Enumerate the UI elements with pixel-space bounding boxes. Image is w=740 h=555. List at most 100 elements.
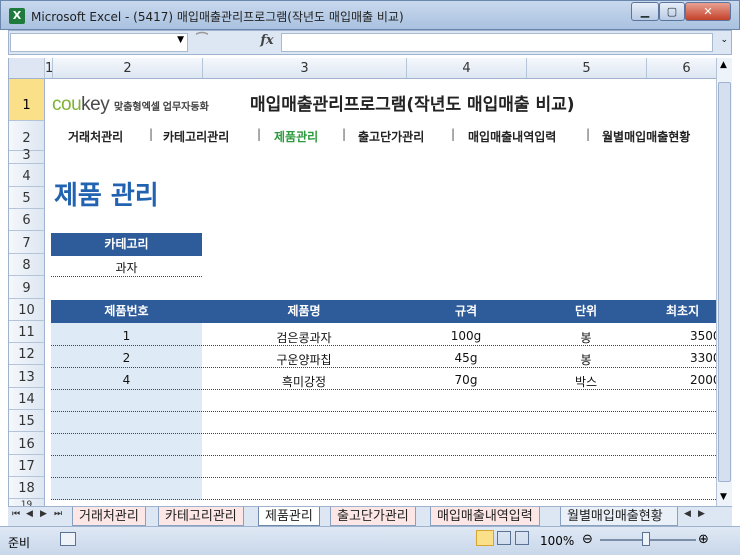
row-header[interactable]: 6	[9, 209, 45, 231]
sheet-tab-vendors[interactable]: 거래처관리	[72, 507, 146, 526]
nav-link-transaction-entry[interactable]: 매입매출내역입력	[468, 128, 556, 145]
cell-product-name[interactable]: 구운양파칩	[202, 351, 406, 368]
row-header[interactable]: 9	[9, 276, 45, 299]
row-header[interactable]: 14	[9, 388, 45, 410]
row-header[interactable]: 15	[9, 410, 45, 432]
row-header[interactable]: 10	[9, 299, 45, 321]
row-divider	[51, 499, 716, 500]
col-product-name: 제품명	[287, 304, 321, 318]
sheet-tab-products[interactable]: 제품관리	[258, 507, 320, 526]
cell-product-name[interactable]: 흑미강정	[202, 373, 406, 390]
first-sheet-icon[interactable]: ⏮	[12, 509, 20, 519]
coukey-logo: coukey 맞춤형엑셀 업무자동화	[52, 94, 209, 115]
nav-link-shipping-price[interactable]: 출고단가관리	[358, 128, 424, 145]
macro-record-icon[interactable]	[60, 532, 76, 546]
column-header[interactable]: 1	[45, 58, 53, 79]
row-header[interactable]: 1	[9, 79, 45, 121]
column-header[interactable]: 2	[53, 58, 203, 79]
close-button[interactable]: ✕	[685, 2, 731, 21]
nav-link-categories[interactable]: 카테고리관리	[163, 128, 229, 145]
next-sheet-icon[interactable]: ▶	[40, 509, 47, 519]
nav-separator: |	[342, 127, 347, 141]
last-sheet-icon[interactable]: ⏭	[54, 509, 62, 519]
page-break-view-icon[interactable]	[515, 531, 529, 545]
row-header[interactable]: 5	[9, 187, 45, 209]
scroll-thumb[interactable]	[718, 82, 731, 482]
window-titlebar: X Microsoft Excel - (5417) 매입매출관리프로그램(작년…	[0, 0, 740, 30]
row-divider	[51, 455, 716, 456]
formula-input[interactable]	[281, 33, 713, 52]
page-layout-view-icon[interactable]	[497, 531, 511, 545]
cell-product-no[interactable]: 2	[51, 351, 202, 365]
cell-spec[interactable]: 100g	[406, 329, 526, 343]
excel-icon: X	[9, 8, 25, 24]
select-all-corner[interactable]	[9, 58, 45, 79]
status-bar: 준비 100% ⊖ ⊕	[0, 526, 740, 555]
col-spec: 규격	[454, 304, 478, 318]
column-header[interactable]: 3	[203, 58, 407, 79]
cell-product-name[interactable]: 검은콩과자	[202, 329, 406, 346]
expand-formula-icon[interactable]: ⌄	[720, 35, 728, 45]
cell-unit[interactable]: 봉	[526, 351, 646, 368]
row-header[interactable]: 4	[9, 164, 45, 187]
tab-scroll-left-icon[interactable]: ◀	[684, 509, 691, 519]
nav-separator: |	[149, 127, 154, 141]
cell-spec[interactable]: 45g	[406, 351, 526, 365]
sheet-tab-monthly-status[interactable]: 월별매입매출현황	[560, 507, 678, 526]
normal-view-icon[interactable]	[476, 530, 494, 546]
row-header[interactable]: 7	[9, 231, 45, 254]
row-header[interactable]: 12	[9, 343, 45, 365]
sheet-tab-shipping-price[interactable]: 출고단가관리	[330, 507, 416, 526]
zoom-in-icon[interactable]: ⊕	[698, 532, 709, 547]
app-title: 매입매출관리프로그램(작년도 매입매출 비교)	[250, 95, 575, 115]
column-header[interactable]: 6	[647, 58, 727, 79]
row-header[interactable]: 11	[9, 321, 45, 343]
sheet-tab-bar: ⏮ ◀ ▶ ⏭ 거래처관리 카테고리관리 제품관리 출고단가관리 매입매출내역입…	[8, 506, 732, 526]
vertical-scrollbar[interactable]: ▲ ▼	[716, 58, 732, 506]
col-initial-price: 최초지	[666, 304, 700, 318]
window-title: Microsoft Excel - (5417) 매입매출관리프로그램(작년도 …	[31, 10, 404, 24]
row-header[interactable]: 3	[9, 149, 45, 164]
zoom-slider-thumb[interactable]	[642, 532, 650, 546]
row-header[interactable]: 19	[9, 499, 45, 506]
nav-separator: |	[451, 127, 456, 141]
row-header[interactable]: 16	[9, 432, 45, 455]
row-header[interactable]: 18	[9, 477, 45, 499]
cell-product-no[interactable]: 1	[51, 329, 202, 343]
cell-unit[interactable]: 박스	[526, 373, 646, 390]
name-box-dropdown-icon[interactable]: ▼	[177, 35, 184, 45]
row-header[interactable]: 13	[9, 365, 45, 388]
category-value[interactable]: 과자	[51, 259, 202, 276]
row-header[interactable]: 17	[9, 455, 45, 477]
sheet-tab-categories[interactable]: 카테고리관리	[158, 507, 244, 526]
tab-scroll-right-icon[interactable]: ▶	[698, 509, 705, 519]
formula-bar: ▼ ⁀ fx ⌄	[8, 30, 732, 55]
nav-link-monthly-status[interactable]: 월별매입매출현황	[602, 128, 690, 145]
column-header[interactable]: 4	[407, 58, 527, 79]
row-header[interactable]: 8	[9, 254, 45, 276]
col-product-no: 제품번호	[104, 304, 149, 318]
minimize-button[interactable]: ▁	[631, 2, 659, 21]
row-header[interactable]: 2	[9, 121, 45, 151]
prev-sheet-icon[interactable]: ◀	[26, 509, 33, 519]
zoom-level[interactable]: 100%	[540, 534, 574, 548]
row-divider	[51, 477, 716, 478]
nav-separator: |	[586, 127, 591, 141]
zoom-out-icon[interactable]: ⊖	[582, 532, 593, 547]
column-header[interactable]: 5	[527, 58, 647, 79]
nav-link-products[interactable]: 제품관리	[274, 128, 318, 145]
cell-unit[interactable]: 봉	[526, 329, 646, 346]
cell-product-no[interactable]: 4	[51, 373, 202, 387]
insert-function-button[interactable]: fx	[255, 33, 279, 52]
page-title: 제품 관리	[54, 181, 159, 211]
sheet-tab-transaction-entry[interactable]: 매입매출내역입력	[430, 507, 540, 526]
nav-link-vendors[interactable]: 거래처관리	[68, 128, 123, 145]
category-underline	[51, 276, 202, 277]
col-unit: 단위	[574, 304, 598, 318]
formula-bar-handle-icon[interactable]: ⁀	[189, 33, 215, 52]
maximize-button[interactable]: ▢	[659, 2, 685, 21]
scroll-up-icon[interactable]: ▲	[720, 60, 727, 70]
scroll-down-icon[interactable]: ▼	[720, 492, 727, 502]
cell-spec[interactable]: 70g	[406, 373, 526, 387]
name-box[interactable]: ▼	[10, 33, 188, 52]
